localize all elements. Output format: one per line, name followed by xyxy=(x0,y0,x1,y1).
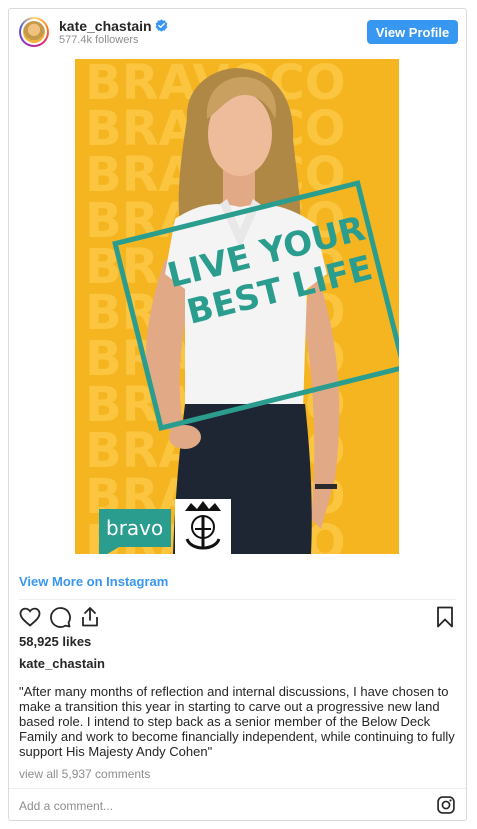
view-all-comments-link[interactable]: view all 5,937 comments xyxy=(19,767,150,781)
comment-icon[interactable] xyxy=(48,605,72,629)
add-comment-input[interactable] xyxy=(19,797,379,815)
like-count[interactable]: 58,925 likes xyxy=(19,634,91,649)
share-icon[interactable] xyxy=(78,605,102,629)
crest-logo xyxy=(175,499,231,554)
bravo-logo-text: bravo xyxy=(106,516,163,540)
username-link[interactable]: kate_chastain xyxy=(59,18,152,34)
post-image-artwork: BRAVOCO BRAVOCO BRAVOCO BRAVOCO BRAVOCO … xyxy=(75,59,399,554)
verified-badge-icon xyxy=(155,19,168,32)
instagram-embed-card: kate_chastain 577.4k followers View Prof… xyxy=(8,8,467,821)
post-image[interactable]: BRAVOCO BRAVOCO BRAVOCO BRAVOCO BRAVOCO … xyxy=(75,59,399,554)
view-profile-button[interactable]: View Profile xyxy=(367,20,458,44)
view-more-on-instagram-link[interactable]: View More on Instagram xyxy=(19,574,168,589)
post-header: kate_chastain 577.4k followers View Prof… xyxy=(9,9,466,55)
action-bar xyxy=(9,605,466,629)
instagram-icon[interactable] xyxy=(436,795,456,815)
caption-author[interactable]: kate_chastain xyxy=(19,656,105,671)
bookmark-icon[interactable] xyxy=(433,605,457,629)
follower-count: 577.4k followers xyxy=(59,34,139,46)
avatar-photo xyxy=(23,21,45,43)
caption-text: "After many months of reflection and int… xyxy=(19,684,455,759)
avatar[interactable] xyxy=(19,17,49,47)
heart-icon[interactable] xyxy=(18,605,42,629)
divider xyxy=(19,599,456,600)
divider xyxy=(9,788,466,789)
